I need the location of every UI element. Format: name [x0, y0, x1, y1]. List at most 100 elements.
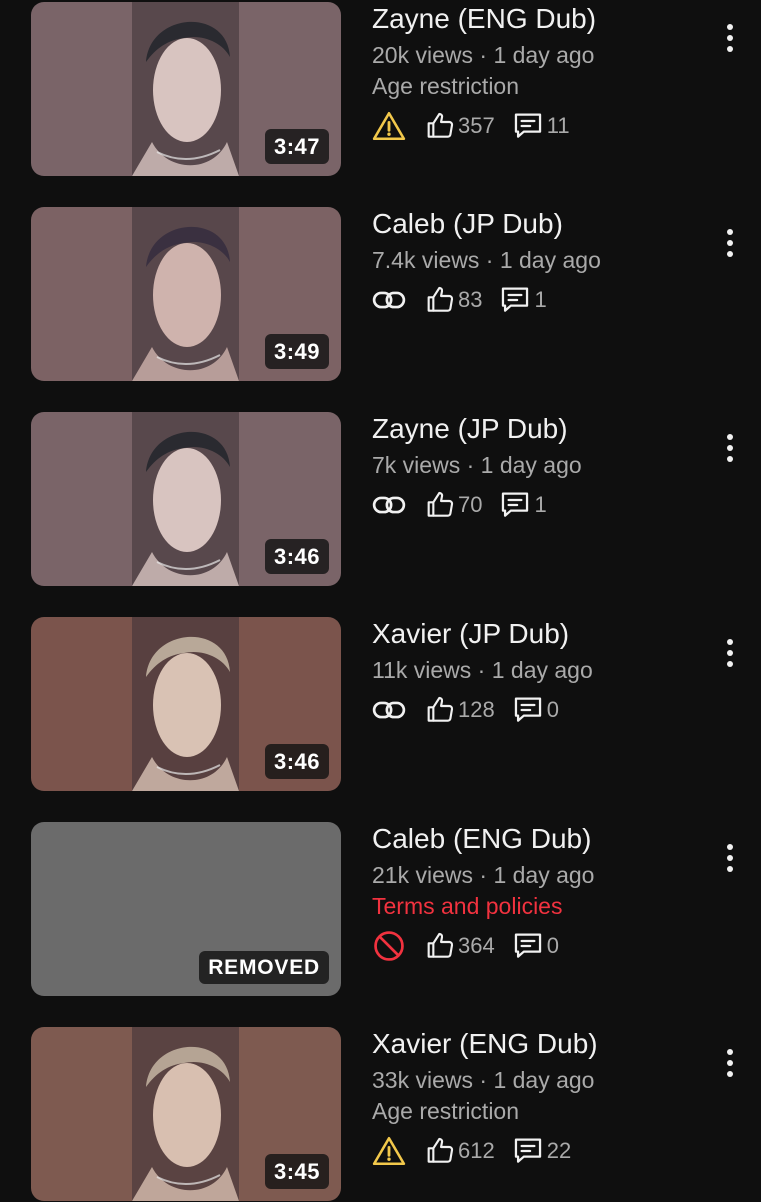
- thumbnail-portrait: [132, 617, 239, 791]
- comment-count: 22: [546, 1138, 572, 1163]
- video-meta: 7.4k views · 1 day ago: [372, 245, 702, 276]
- video-title[interactable]: Caleb (JP Dub): [372, 207, 702, 241]
- like-count: 364: [458, 933, 495, 958]
- video-title[interactable]: Zayne (JP Dub): [372, 412, 702, 446]
- video-thumbnail[interactable]: 3:49: [31, 207, 341, 381]
- comment-icon: [511, 109, 545, 143]
- duration-badge: 3:45: [264, 1154, 329, 1189]
- thumbnail-portrait: [132, 207, 239, 381]
- view-count: 7.4k views: [372, 247, 480, 273]
- video-thumbnail[interactable]: REMOVED: [31, 822, 341, 996]
- thumbs-up-icon: [424, 110, 456, 142]
- duration-badge: 3:47: [264, 129, 329, 164]
- like-count: 70: [458, 492, 483, 517]
- view-count: 11k views: [372, 657, 472, 683]
- more-options-icon[interactable]: [716, 18, 744, 58]
- video-row[interactable]: 3:46 Xavier (JP Dub) 11k views · 1 day a…: [0, 587, 761, 792]
- video-list: 3:47 Zayne (ENG Dub) 20k views · 1 day a…: [0, 0, 761, 1202]
- comment-icon: [511, 929, 545, 963]
- restriction-label: Age restriction: [372, 1098, 520, 1124]
- video-row[interactable]: 3:49 Caleb (JP Dub) 7.4k views · 1 day a…: [0, 177, 761, 382]
- video-meta: 21k views · 1 day ago: [372, 860, 702, 891]
- video-row[interactable]: 3:47 Zayne (ENG Dub) 20k views · 1 day a…: [0, 0, 761, 177]
- link-icon: [372, 285, 406, 315]
- video-stats: 357 11: [372, 106, 702, 146]
- like-count: 128: [458, 697, 495, 722]
- like-count: 357: [458, 113, 495, 138]
- duration-badge: 3:46: [264, 539, 329, 574]
- blocked-icon: [372, 929, 406, 963]
- thumbs-up-icon: [424, 489, 456, 521]
- comment-icon: [498, 283, 532, 317]
- comment-count: 11: [546, 113, 570, 138]
- meta-separator: ·: [479, 1067, 488, 1093]
- video-info[interactable]: Caleb (JP Dub) 7.4k views · 1 day ago 83: [372, 207, 702, 320]
- video-stats: 70 1: [372, 485, 702, 525]
- upload-age: 1 day ago: [493, 42, 595, 68]
- video-thumbnail[interactable]: 3:45: [31, 1027, 341, 1201]
- video-meta: 7k views · 1 day ago: [372, 450, 702, 481]
- warning-icon: [372, 1135, 406, 1167]
- duration-badge: REMOVED: [199, 951, 329, 984]
- like-count: 612: [458, 1138, 495, 1163]
- meta-separator: ·: [479, 862, 488, 888]
- upload-age: 1 day ago: [491, 657, 593, 683]
- video-thumbnail[interactable]: 3:47: [31, 2, 341, 176]
- video-info[interactable]: Zayne (JP Dub) 7k views · 1 day ago 70 1: [372, 412, 702, 525]
- video-stats: 128 0: [372, 690, 702, 730]
- video-title[interactable]: Xavier (ENG Dub): [372, 1027, 702, 1061]
- view-count: 33k views: [372, 1067, 473, 1093]
- video-title[interactable]: Zayne (ENG Dub): [372, 2, 702, 36]
- video-info[interactable]: Xavier (ENG Dub) 33k views · 1 day ago A…: [372, 1027, 702, 1171]
- view-count: 20k views: [372, 42, 473, 68]
- restriction-label: Age restriction: [372, 73, 520, 99]
- video-stats: 83 1: [372, 280, 702, 320]
- meta-separator: ·: [485, 247, 494, 273]
- comment-count: 0: [546, 933, 559, 958]
- video-title[interactable]: Caleb (ENG Dub): [372, 822, 702, 856]
- more-options-icon[interactable]: [716, 633, 744, 673]
- restriction-label: Terms and policies: [372, 893, 563, 919]
- link-icon: [372, 695, 406, 725]
- video-title[interactable]: Xavier (JP Dub): [372, 617, 702, 651]
- video-info[interactable]: Xavier (JP Dub) 11k views · 1 day ago 12…: [372, 617, 702, 730]
- upload-age: 1 day ago: [480, 452, 582, 478]
- comment-icon: [511, 693, 545, 727]
- video-row[interactable]: 3:46 Zayne (JP Dub) 7k views · 1 day ago: [0, 382, 761, 587]
- more-options-icon[interactable]: [716, 1043, 744, 1083]
- video-row[interactable]: 3:45 Xavier (ENG Dub) 33k views · 1 day …: [0, 997, 761, 1202]
- video-stats: 364 0: [372, 926, 702, 966]
- video-meta: 33k views · 1 day ago: [372, 1065, 702, 1096]
- upload-age: 1 day ago: [493, 1067, 595, 1093]
- upload-age: 1 day ago: [499, 247, 601, 273]
- duration-badge: 3:49: [264, 334, 329, 369]
- thumbs-up-icon: [424, 694, 456, 726]
- upload-age: 1 day ago: [493, 862, 595, 888]
- more-options-icon[interactable]: [716, 428, 744, 468]
- more-options-icon[interactable]: [716, 838, 744, 878]
- thumbnail-portrait: [132, 412, 239, 586]
- meta-separator: ·: [479, 42, 488, 68]
- view-count: 21k views: [372, 862, 473, 888]
- warning-icon: [372, 110, 406, 142]
- video-thumbnail[interactable]: 3:46: [31, 412, 341, 586]
- video-info[interactable]: Caleb (ENG Dub) 21k views · 1 day ago Te…: [372, 822, 702, 966]
- thumbs-up-icon: [424, 930, 456, 962]
- thumbnail-portrait: [132, 1027, 239, 1201]
- thumbnail-portrait: [132, 2, 239, 176]
- like-count: 83: [458, 287, 483, 312]
- video-info[interactable]: Zayne (ENG Dub) 20k views · 1 day ago Ag…: [372, 2, 702, 146]
- video-row[interactable]: REMOVED Caleb (ENG Dub) 21k views · 1 da…: [0, 792, 761, 997]
- comment-count: 0: [546, 697, 559, 722]
- duration-badge: 3:46: [264, 744, 329, 779]
- thumbs-up-icon: [424, 284, 456, 316]
- thumbs-up-icon: [424, 1135, 456, 1167]
- video-thumbnail[interactable]: 3:46: [31, 617, 341, 791]
- comment-count: 1: [534, 287, 547, 312]
- meta-separator: ·: [466, 452, 475, 478]
- link-icon: [372, 490, 406, 520]
- video-meta: 20k views · 1 day ago: [372, 40, 702, 71]
- video-meta: 11k views · 1 day ago: [372, 655, 702, 686]
- more-options-icon[interactable]: [716, 223, 744, 263]
- meta-separator: ·: [477, 657, 486, 683]
